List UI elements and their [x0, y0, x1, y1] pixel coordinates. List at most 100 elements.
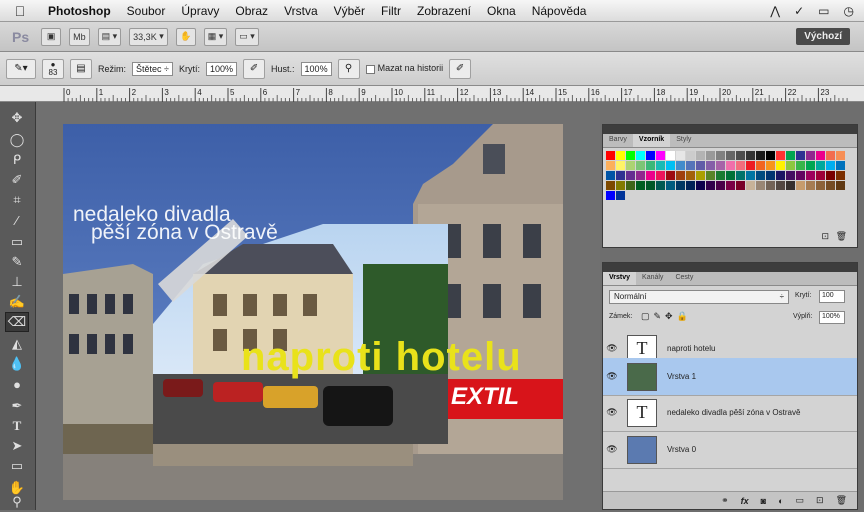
color-swatch[interactable]: [736, 151, 745, 160]
color-swatch[interactable]: [716, 171, 725, 180]
erase-history-checkbox[interactable]: [365, 64, 375, 74]
brush-size-picker[interactable]: ● 83: [42, 58, 64, 79]
color-swatch[interactable]: [826, 151, 835, 160]
color-swatch[interactable]: [836, 161, 845, 170]
zoom-tool-icon[interactable]: ⚲: [5, 492, 29, 512]
opacity-input[interactable]: 100%: [206, 61, 238, 76]
color-swatch[interactable]: [706, 151, 715, 160]
eyedropper-tool-icon[interactable]: ⁄: [5, 210, 29, 230]
fill-input[interactable]: 100%: [819, 311, 845, 324]
airbrush-icon[interactable]: ⚲: [337, 58, 360, 79]
color-swatch[interactable]: [636, 151, 645, 160]
color-swatch[interactable]: [686, 161, 695, 170]
color-swatch[interactable]: [726, 181, 735, 190]
mode-select[interactable]: Štětec ÷: [132, 61, 173, 76]
color-swatch[interactable]: [646, 151, 655, 160]
color-swatch[interactable]: [716, 181, 725, 190]
color-swatch[interactable]: [786, 151, 795, 160]
color-swatch[interactable]: [756, 161, 765, 170]
healing-brush-tool-icon[interactable]: ▭: [5, 232, 29, 252]
color-swatch[interactable]: [816, 161, 825, 170]
color-swatch[interactable]: [666, 151, 675, 160]
visibility-eye-icon[interactable]: 👁: [603, 444, 621, 455]
quick-selection-tool-icon[interactable]: ✐: [5, 170, 29, 190]
dodge-tool-icon[interactable]: ●: [5, 374, 29, 394]
delete-swatch-icon[interactable]: 🗑: [836, 231, 847, 242]
color-swatch[interactable]: [666, 161, 675, 170]
color-swatch[interactable]: [626, 161, 635, 170]
color-swatch[interactable]: [736, 181, 745, 190]
color-swatch[interactable]: [616, 161, 625, 170]
layer-row[interactable]: 👁 T nedaleko divadla pěší zóna v Ostravě: [603, 394, 857, 432]
color-swatch[interactable]: [626, 151, 635, 160]
clone-stamp-tool-icon[interactable]: ⊥: [5, 272, 29, 292]
trash-icon[interactable]: 🗑: [836, 495, 847, 506]
color-swatch[interactable]: [776, 161, 785, 170]
color-swatch[interactable]: [666, 181, 675, 190]
menu-upravy[interactable]: Úpravy: [173, 4, 227, 18]
gradient-tool-icon[interactable]: ◭: [5, 334, 29, 354]
adjustment-icon[interactable]: ◐: [778, 496, 783, 506]
color-swatch[interactable]: [696, 171, 705, 180]
color-swatch[interactable]: [696, 181, 705, 190]
color-swatch[interactable]: [806, 161, 815, 170]
color-swatch[interactable]: [706, 171, 715, 180]
color-swatch[interactable]: [776, 171, 785, 180]
color-swatch[interactable]: [696, 151, 705, 160]
history-brush-tool-icon[interactable]: ✍: [5, 292, 29, 312]
clock-icon[interactable]: ◷: [844, 4, 854, 18]
color-swatch[interactable]: [716, 151, 725, 160]
swatches-panel-header[interactable]: [603, 125, 857, 134]
menu-filtr[interactable]: Filtr: [373, 4, 409, 18]
color-swatch[interactable]: [786, 171, 795, 180]
checkmark-icon[interactable]: ✓: [794, 4, 804, 18]
menu-vyber[interactable]: Výběr: [326, 4, 373, 18]
tab-swatches[interactable]: Vzorník: [632, 134, 671, 147]
color-swatch[interactable]: [796, 181, 805, 190]
color-swatch[interactable]: [816, 181, 825, 190]
color-swatch[interactable]: [756, 171, 765, 180]
tab-layers[interactable]: Vrstvy: [603, 272, 637, 285]
color-swatch[interactable]: [806, 181, 815, 190]
color-swatch[interactable]: [796, 151, 805, 160]
color-swatch[interactable]: [656, 161, 665, 170]
color-swatch[interactable]: [726, 161, 735, 170]
color-swatch[interactable]: [676, 161, 685, 170]
tab-channels[interactable]: Kanály: [636, 272, 669, 285]
layer-row-selected[interactable]: 👁 Vrstva 1: [603, 358, 857, 396]
adobe-icon[interactable]: ⋀: [770, 4, 780, 18]
color-swatch[interactable]: [796, 171, 805, 180]
color-swatch[interactable]: [686, 171, 695, 180]
color-swatch[interactable]: [736, 161, 745, 170]
color-swatch[interactable]: [786, 181, 795, 190]
pen-tool-icon[interactable]: ✒: [5, 396, 29, 416]
color-swatch[interactable]: [616, 191, 625, 200]
color-swatch[interactable]: [616, 181, 625, 190]
fx-icon[interactable]: fx: [741, 496, 749, 506]
color-swatch[interactable]: [686, 181, 695, 190]
menu-okna[interactable]: Okna: [479, 4, 524, 18]
color-swatch[interactable]: [746, 181, 755, 190]
mask-icon[interactable]: ◙: [761, 496, 766, 506]
color-swatch[interactable]: [676, 181, 685, 190]
eraser-tool-icon[interactable]: ⌫: [5, 312, 29, 332]
color-swatch[interactable]: [656, 181, 665, 190]
brush-tool-icon[interactable]: ✎: [5, 252, 29, 272]
apple-icon[interactable]: : [0, 3, 40, 19]
color-swatch[interactable]: [706, 161, 715, 170]
color-swatch[interactable]: [646, 181, 655, 190]
color-swatch[interactable]: [656, 171, 665, 180]
color-swatch[interactable]: [676, 151, 685, 160]
color-swatch[interactable]: [766, 161, 775, 170]
color-swatch[interactable]: [656, 151, 665, 160]
menu-napoveda[interactable]: Nápověda: [524, 4, 595, 18]
color-swatch[interactable]: [606, 151, 615, 160]
color-swatch[interactable]: [706, 181, 715, 190]
move-tool-icon[interactable]: ✥: [5, 108, 29, 128]
zoom-level[interactable]: 33,3K ▾: [129, 27, 168, 46]
color-swatch[interactable]: [806, 151, 815, 160]
visibility-eye-icon[interactable]: 👁: [603, 407, 621, 418]
color-swatch[interactable]: [696, 161, 705, 170]
menu-soubor[interactable]: Soubor: [119, 4, 174, 18]
arrange-documents-button[interactable]: ▦ ▾: [203, 27, 228, 46]
